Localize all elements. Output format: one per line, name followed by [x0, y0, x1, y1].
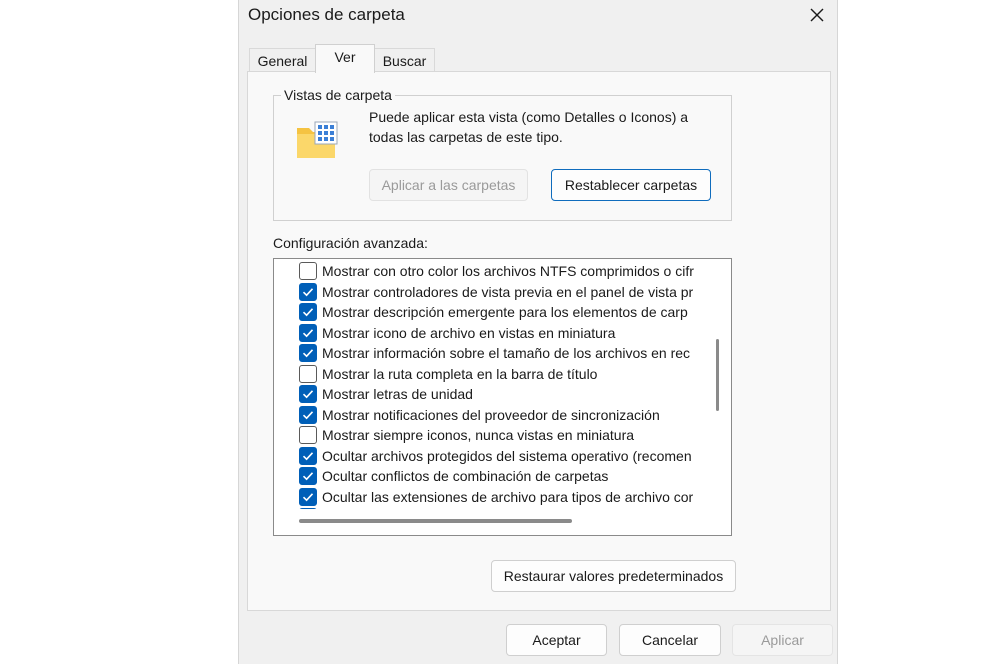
tab-panel-ver: Vistas de carpeta Puede aplicar esta vis… [247, 71, 831, 611]
checkmark-icon [302, 472, 314, 481]
setting-checkbox[interactable] [299, 364, 317, 383]
close-icon [810, 8, 824, 22]
setting-label: Mostrar notificaciones del proveedor de … [322, 406, 660, 423]
setting-label: Ocultar conflictos de combinación de car… [322, 468, 609, 484]
setting-row[interactable]: Mostrar con otro color los archivos NTFS… [299, 261, 706, 281]
setting-label: Ocultar las extensiones de archivo para … [322, 488, 694, 505]
setting-row[interactable]: Mostrar información sobre el tamaño de l… [299, 343, 706, 363]
setting-label: Ocultar archivos protegidos del sistema … [322, 447, 692, 464]
setting-label: Ocultar unidades vacías [322, 507, 472, 509]
folder-options-dialog: Opciones de carpeta General Ver Buscar V… [238, 0, 838, 664]
setting-row[interactable]: Ocultar las extensiones de archivo para … [299, 487, 706, 507]
setting-row[interactable]: Ocultar archivos protegidos del sistema … [299, 446, 706, 466]
setting-label: Mostrar letras de unidad [322, 386, 473, 402]
advanced-settings-viewport: Mostrar con otro color los archivos NTFS… [274, 259, 706, 509]
folder-view-icon [297, 121, 338, 158]
setting-label: Mostrar con otro color los archivos NTFS… [322, 263, 694, 279]
setting-row[interactable]: Ocultar unidades vacías [299, 507, 706, 509]
title-bar: Opciones de carpeta [239, 0, 837, 34]
setting-checkbox[interactable] [299, 282, 317, 301]
setting-checkbox[interactable] [299, 467, 317, 485]
tab-general[interactable]: General [249, 48, 316, 72]
setting-checkbox[interactable] [299, 262, 317, 280]
folder-views-group: Vistas de carpeta Puede aplicar esta vis… [273, 86, 732, 221]
setting-label: Mostrar icono de archivo en vistas en mi… [322, 324, 616, 341]
restore-defaults-button[interactable]: Restaurar valores predeterminados [491, 560, 736, 592]
setting-checkbox[interactable] [299, 303, 317, 321]
advanced-settings-list[interactable]: Mostrar con otro color los archivos NTFS… [273, 258, 732, 536]
checkmark-icon [302, 349, 314, 358]
setting-checkbox[interactable] [299, 385, 317, 403]
apply-to-folders-button[interactable]: Aplicar a las carpetas [369, 169, 528, 201]
setting-label: Mostrar la ruta completa en la barra de … [322, 365, 598, 382]
setting-row[interactable]: Mostrar descripción emergente para los e… [299, 302, 706, 322]
tab-ver[interactable]: Ver [315, 44, 375, 73]
setting-label: Mostrar información sobre el tamaño de l… [322, 345, 691, 361]
setting-row[interactable]: Mostrar la ruta completa en la barra de … [299, 364, 706, 384]
checkmark-icon [302, 451, 314, 460]
folder-views-description: Puede aplicar esta vista (como Detalles … [369, 109, 689, 145]
reset-folders-button[interactable]: Restablecer carpetas [551, 169, 711, 201]
setting-row[interactable]: Mostrar controladores de vista previa en… [299, 282, 706, 302]
horizontal-scrollbar[interactable] [299, 519, 572, 523]
setting-label: Mostrar siempre iconos, nunca vistas en … [322, 427, 635, 443]
checkmark-icon [302, 328, 314, 337]
setting-row[interactable]: Mostrar letras de unidad [299, 384, 706, 404]
tab-strip: General Ver Buscar [247, 44, 831, 73]
checkmark-icon [302, 492, 314, 501]
setting-checkbox[interactable] [299, 405, 317, 424]
setting-row[interactable]: Mostrar siempre iconos, nunca vistas en … [299, 425, 706, 445]
dialog-title: Opciones de carpeta [248, 5, 405, 24]
setting-checkbox[interactable] [299, 323, 317, 342]
setting-row[interactable]: Ocultar conflictos de combinación de car… [299, 466, 706, 486]
checkmark-icon [302, 390, 314, 399]
checkmark-icon [302, 287, 314, 296]
advanced-settings-label: Configuración avanzada: [273, 235, 428, 251]
setting-checkbox[interactable] [299, 487, 317, 506]
setting-checkbox[interactable] [299, 446, 317, 465]
ok-button[interactable]: Aceptar [506, 624, 607, 656]
setting-row[interactable]: Mostrar icono de archivo en vistas en mi… [299, 323, 706, 343]
folder-views-legend: Vistas de carpeta [281, 86, 395, 104]
setting-checkbox[interactable] [299, 508, 317, 509]
setting-checkbox[interactable] [299, 344, 317, 362]
checkmark-icon [302, 308, 314, 317]
close-button[interactable] [803, 2, 831, 30]
cancel-button[interactable]: Cancelar [619, 624, 721, 656]
setting-label: Mostrar controladores de vista previa en… [322, 283, 694, 300]
checkmark-icon [302, 410, 314, 419]
setting-checkbox[interactable] [299, 426, 317, 444]
setting-row[interactable]: Mostrar notificaciones del proveedor de … [299, 405, 706, 425]
vertical-scrollbar[interactable] [716, 339, 719, 411]
tab-buscar[interactable]: Buscar [374, 48, 435, 72]
setting-label: Mostrar descripción emergente para los e… [322, 304, 688, 320]
apply-button[interactable]: Aplicar [732, 624, 833, 656]
